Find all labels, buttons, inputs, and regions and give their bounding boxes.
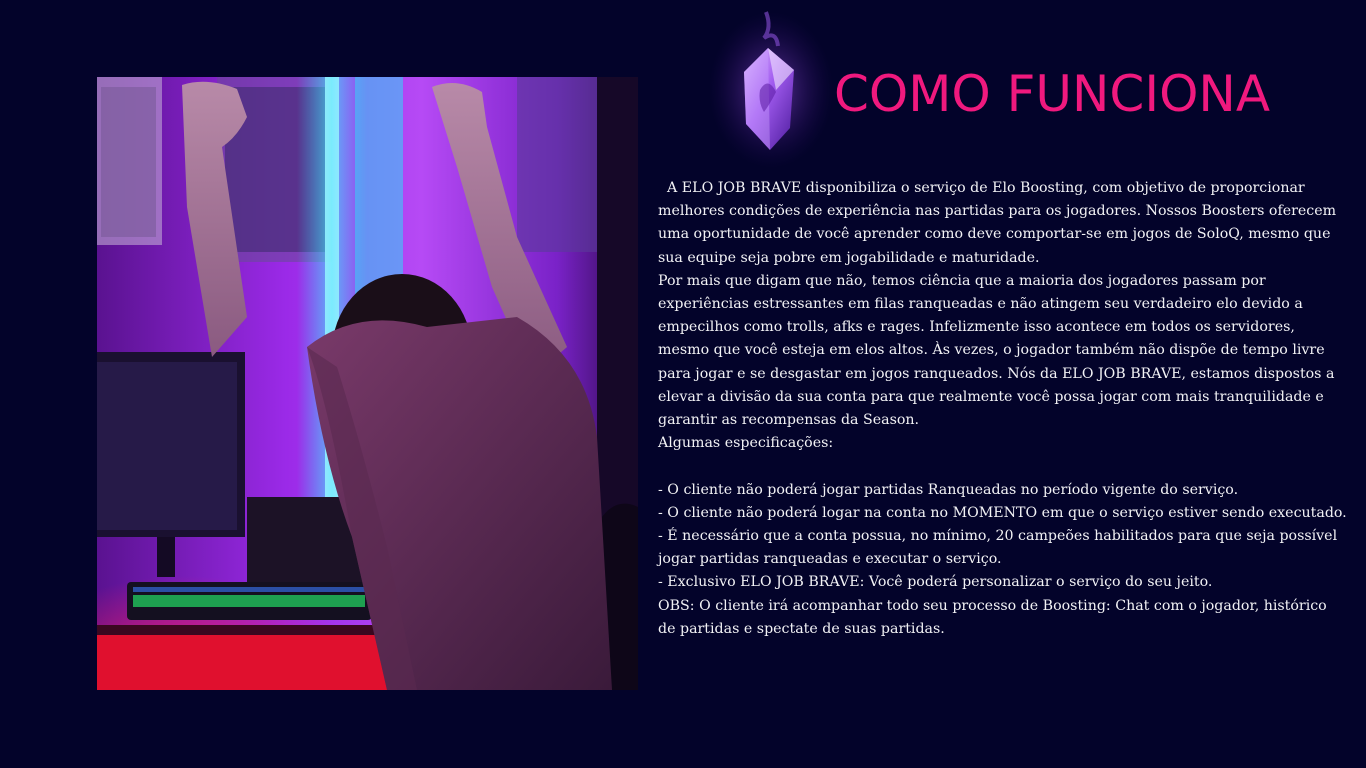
page-title: COMO FUNCIONA	[834, 65, 1271, 123]
obs-paragraph: OBS: O cliente irá acompanhar todo seu p…	[658, 597, 1332, 637]
intro-paragraph: A ELO JOB BRAVE disponibiliza o serviço …	[658, 180, 1341, 266]
info-paragraph: Por mais que digam que não, temos ciênci…	[658, 272, 1339, 429]
spec-item: - O cliente não poderá logar na conta no…	[658, 504, 1347, 521]
gamer-photo	[97, 77, 638, 690]
spec-item: - É necessário que a conta possua, no mí…	[658, 528, 1342, 568]
spec-item: - Exclusivo ELO JOB BRAVE: Você poderá p…	[658, 574, 1213, 591]
description-text: A ELO JOB BRAVE disponibiliza o serviço …	[658, 177, 1348, 641]
purple-crystal-icon	[706, 0, 836, 172]
page: COMO FUNCIONA A ELO JOB BRAVE disponibil…	[0, 0, 1366, 768]
spec-item: - O cliente não poderá jogar partidas Ra…	[658, 481, 1239, 498]
specs-heading: Algumas especificações:	[658, 435, 834, 452]
